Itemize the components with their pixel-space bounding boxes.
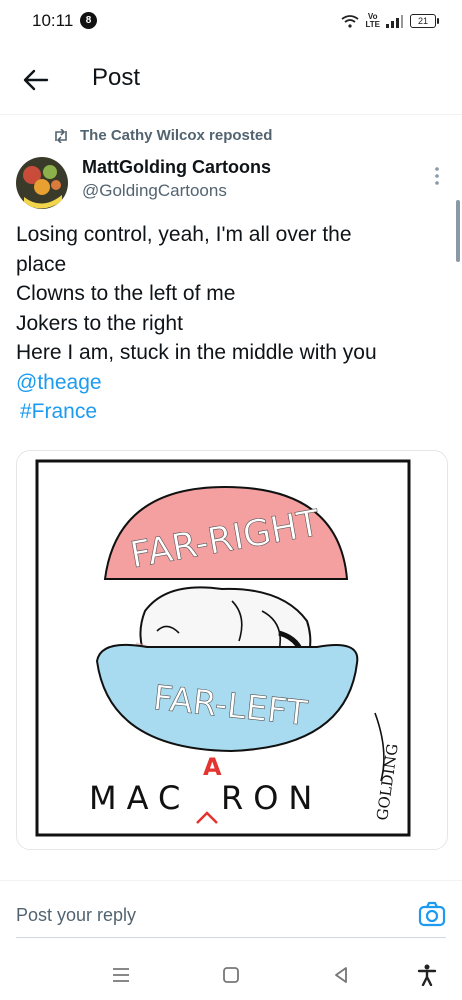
- hashtag-link[interactable]: #France: [16, 397, 446, 427]
- caption-inserted-letter: A: [203, 753, 222, 781]
- reply-input[interactable]: Post your reply: [16, 905, 136, 926]
- post-text-line: Jokers to the right: [16, 311, 183, 335]
- back-button[interactable]: [18, 62, 54, 98]
- post-image[interactable]: FAR-RIGHT FAR-LEFT MAC A RON GOLDING: [16, 450, 448, 850]
- author-handle[interactable]: @GoldingCartoons: [82, 181, 227, 201]
- home-square-icon: [223, 967, 239, 983]
- recents-button[interactable]: [108, 962, 134, 988]
- home-button[interactable]: [218, 962, 244, 988]
- status-icons: Vo LTE 21: [341, 10, 439, 32]
- notification-badge: 8: [80, 12, 97, 29]
- post-text-line: Losing control, yeah, I'm all over the: [16, 223, 352, 246]
- post-text-line: Here I am, stuck in the middle with you: [16, 341, 377, 364]
- accessibility-button[interactable]: [414, 962, 440, 988]
- post-text: Losing control, yeah, I'm all over the p…: [16, 220, 446, 427]
- back-triangle-icon: [335, 967, 347, 983]
- status-bar: 10:11 8 Vo LTE 21: [0, 0, 462, 44]
- mention-link[interactable]: @theage: [16, 368, 446, 398]
- reply-bar: Post your reply: [0, 880, 462, 939]
- more-vertical-icon: [435, 167, 439, 185]
- wifi-icon: [341, 15, 360, 28]
- repost-label: The Cathy Wilcox reposted: [80, 127, 273, 144]
- status-time: 10:11: [32, 11, 74, 30]
- repost-icon: [55, 128, 67, 143]
- caption-ron: RON: [221, 779, 322, 817]
- top-app-bar: Post: [0, 44, 462, 115]
- menu-icon: [113, 968, 129, 982]
- lte-indicator: Vo LTE: [365, 12, 380, 29]
- avatar[interactable]: [16, 157, 68, 209]
- repost-indicator[interactable]: The Cathy Wilcox reposted: [52, 127, 272, 144]
- reply-input-underline: [16, 937, 446, 938]
- arrow-left-icon: [23, 69, 49, 91]
- battery-icon: 21: [410, 14, 439, 28]
- accessibility-icon: [417, 964, 437, 986]
- post-text-line: place: [16, 252, 67, 276]
- page-title: Post: [92, 64, 141, 91]
- caption-mac: MAC: [89, 779, 190, 817]
- post-text-line: Clowns to the left of me: [16, 282, 236, 305]
- signal-icon: [386, 15, 403, 28]
- camera-icon: [418, 901, 446, 927]
- back-nav-button[interactable]: [328, 962, 354, 988]
- camera-button[interactable]: [418, 901, 446, 927]
- cartoon-illustration: FAR-RIGHT FAR-LEFT MAC A RON GOLDING: [35, 459, 411, 837]
- more-options-button[interactable]: [430, 164, 444, 188]
- scrollbar[interactable]: [456, 200, 460, 262]
- author-name[interactable]: MattGolding Cartoons: [82, 157, 271, 178]
- system-nav-bar: [0, 950, 462, 1000]
